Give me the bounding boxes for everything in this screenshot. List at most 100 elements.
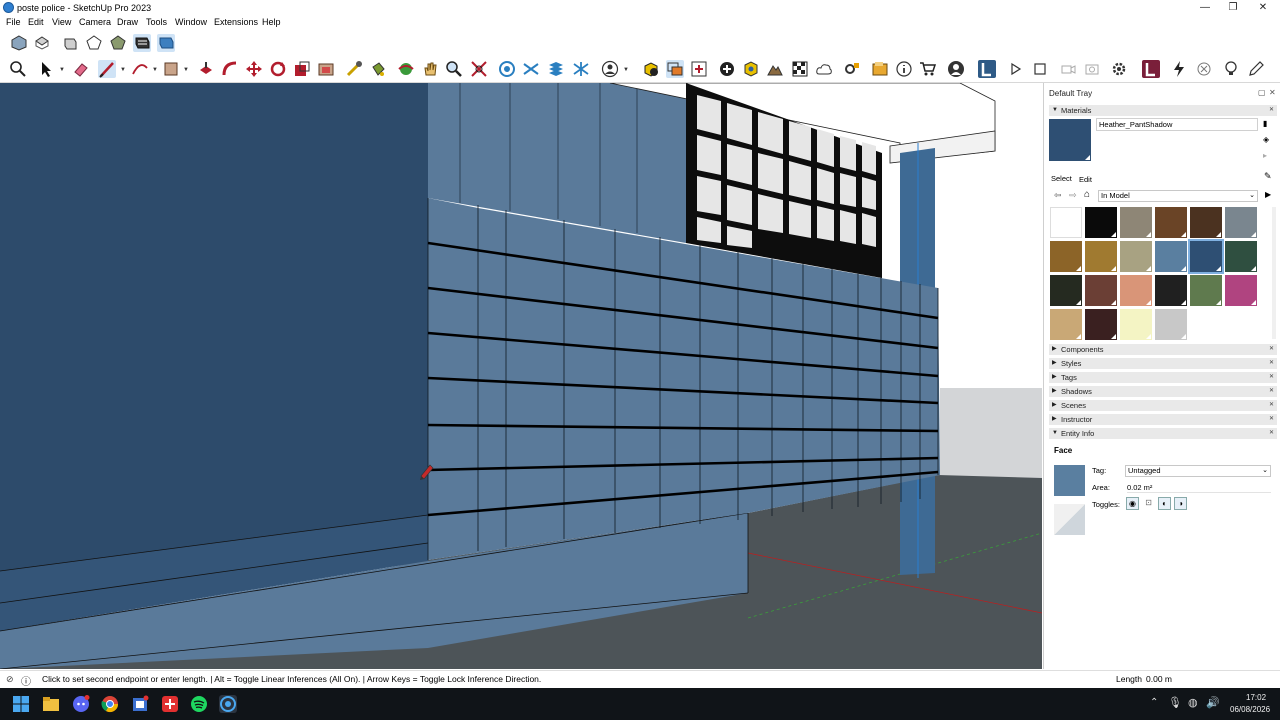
arc-tool-icon[interactable] [131, 60, 149, 78]
create-material-icon[interactable]: ◈ [1263, 135, 1273, 145]
material-swatch[interactable] [1120, 275, 1152, 306]
tag-select[interactable]: Untagged ⌄ [1125, 465, 1271, 477]
forward-arrow-icon[interactable]: ⇨ [1069, 190, 1077, 201]
settings-gear-icon[interactable] [1110, 60, 1128, 78]
play-icon[interactable] [1006, 60, 1024, 78]
back-material-swatch[interactable] [1054, 504, 1085, 535]
home-icon[interactable]: ⌂ [1084, 189, 1090, 200]
profile-icon[interactable] [947, 60, 965, 78]
eraser-icon[interactable] [72, 60, 90, 78]
receive-shadow-toggle-icon[interactable]: ◑ [1174, 497, 1187, 510]
geo-location-status-icon[interactable]: ⊘ [6, 674, 14, 685]
rotate-tool-icon[interactable] [269, 60, 287, 78]
shape-dropdown-icon[interactable]: ▼ [183, 67, 189, 73]
measurements-input[interactable]: 0.00 m [1146, 674, 1268, 684]
material-name-field[interactable]: Heather_PantShadow [1096, 118, 1258, 131]
push-pull-icon[interactable] [197, 60, 215, 78]
photo-texture-icon[interactable] [791, 60, 809, 78]
scale-tool-icon[interactable] [293, 60, 311, 78]
swatch-scrollbar[interactable] [1272, 207, 1276, 339]
line-dropdown-icon[interactable]: ▼ [120, 67, 126, 73]
material-swatch[interactable] [1190, 207, 1222, 238]
3d-model-scene[interactable] [0, 83, 1042, 669]
sample-paint-icon[interactable]: ▸ [1263, 151, 1273, 161]
info-icon[interactable] [895, 60, 913, 78]
extension-manager-icon[interactable] [843, 60, 861, 78]
windows-start-icon[interactable] [12, 695, 30, 713]
cloud-sync-icon[interactable] [815, 60, 833, 78]
zoom-extents-icon[interactable] [470, 60, 488, 78]
material-swatch[interactable] [1225, 241, 1257, 272]
select-arrow-icon[interactable] [37, 60, 55, 78]
material-swatch[interactable] [1120, 241, 1152, 272]
clock-time[interactable]: 17:02 [1246, 693, 1266, 702]
terrain-icon[interactable] [766, 60, 784, 78]
details-arrow-icon[interactable]: ▶ [1265, 190, 1271, 199]
panel-scenes[interactable]: ▶ Scenes ✕ [1049, 400, 1277, 411]
menu-tools[interactable]: Tools [146, 17, 167, 27]
material-swatch[interactable] [1188, 239, 1224, 274]
clock-date[interactable]: 06/08/2026 [1230, 705, 1270, 714]
menu-draw[interactable]: Draw [117, 17, 138, 27]
line-tool-icon[interactable] [98, 60, 116, 78]
iso-view-icon[interactable] [10, 34, 28, 52]
menu-file[interactable]: File [6, 17, 21, 27]
material-swatch[interactable] [1085, 207, 1117, 238]
menu-extensions[interactable]: Extensions [214, 17, 258, 27]
back-view-icon[interactable] [109, 34, 127, 52]
panel-instructor[interactable]: ▶ Instructor ✕ [1049, 414, 1277, 425]
monochrome-style-icon[interactable] [133, 34, 151, 52]
materials-panel-header[interactable]: ▼ Materials ✕ [1049, 105, 1277, 116]
material-swatch[interactable] [1085, 275, 1117, 306]
eyedropper-icon[interactable]: ✎ [1264, 171, 1272, 182]
panel-entity-info[interactable]: ▼ Entity Info ✕ [1049, 428, 1277, 439]
cart-icon[interactable] [919, 60, 937, 78]
panel-components[interactable]: ▶ Components ✕ [1049, 344, 1277, 355]
material-swatch[interactable] [1155, 275, 1187, 306]
geo-location-icon[interactable] [742, 60, 760, 78]
minimize-button[interactable]: — [1190, 0, 1220, 16]
select-dropdown-icon[interactable]: ▼ [59, 67, 65, 73]
edit-tab[interactable]: Edit [1079, 175, 1092, 184]
panel-tags[interactable]: ▶ Tags ✕ [1049, 372, 1277, 383]
shaded-style-icon[interactable] [157, 34, 175, 52]
cancel-circle-icon[interactable] [1195, 60, 1213, 78]
folder-icon[interactable] [871, 60, 889, 78]
material-swatch[interactable] [1225, 207, 1257, 238]
display-secondary-icon[interactable]: ▮ [1263, 119, 1273, 129]
microphone-icon[interactable]: 🎙 [1168, 696, 1182, 709]
arc-dropdown-icon[interactable]: ▼ [152, 67, 158, 73]
material-swatch[interactable] [1050, 207, 1082, 238]
front-view-icon[interactable] [61, 34, 79, 52]
xbox-icon[interactable] [161, 695, 179, 713]
maximize-button[interactable]: ❐ [1218, 0, 1248, 16]
trimble-connect-icon[interactable] [978, 60, 996, 78]
material-swatch[interactable] [1190, 275, 1222, 306]
menu-edit[interactable]: Edit [28, 17, 44, 27]
section-fill-icon[interactable] [572, 60, 590, 78]
material-swatch[interactable] [1050, 241, 1082, 272]
layout-send-icon[interactable] [690, 60, 708, 78]
material-swatch[interactable] [1120, 309, 1152, 340]
info-status-icon[interactable]: ⓘ [21, 673, 31, 688]
rectangle-tool-icon[interactable] [162, 60, 180, 78]
file-explorer-icon[interactable] [42, 695, 60, 713]
extension-warehouse-icon[interactable] [666, 60, 684, 78]
lightning-icon[interactable] [1170, 60, 1188, 78]
material-swatch[interactable] [1155, 207, 1187, 238]
app-notification-icon[interactable] [131, 695, 149, 713]
chrome-icon[interactable] [101, 695, 119, 713]
close-button[interactable]: ✕ [1248, 0, 1278, 16]
camera-icon[interactable] [1083, 60, 1101, 78]
collection-select[interactable]: In Model ⌄ [1098, 190, 1258, 202]
material-swatch[interactable] [1225, 275, 1257, 306]
volume-icon[interactable]: 🔊 [1206, 696, 1220, 709]
material-swatch[interactable] [1050, 275, 1082, 306]
pan-hand-icon[interactable] [421, 60, 439, 78]
menu-help[interactable]: Help [262, 17, 281, 27]
menu-camera[interactable]: Camera [79, 17, 111, 27]
lightbulb-icon[interactable] [1222, 60, 1240, 78]
account-icon[interactable] [601, 60, 619, 78]
sketchup-task-icon[interactable] [219, 695, 237, 713]
lock-toggle-icon[interactable]: ⊡ [1142, 497, 1155, 510]
